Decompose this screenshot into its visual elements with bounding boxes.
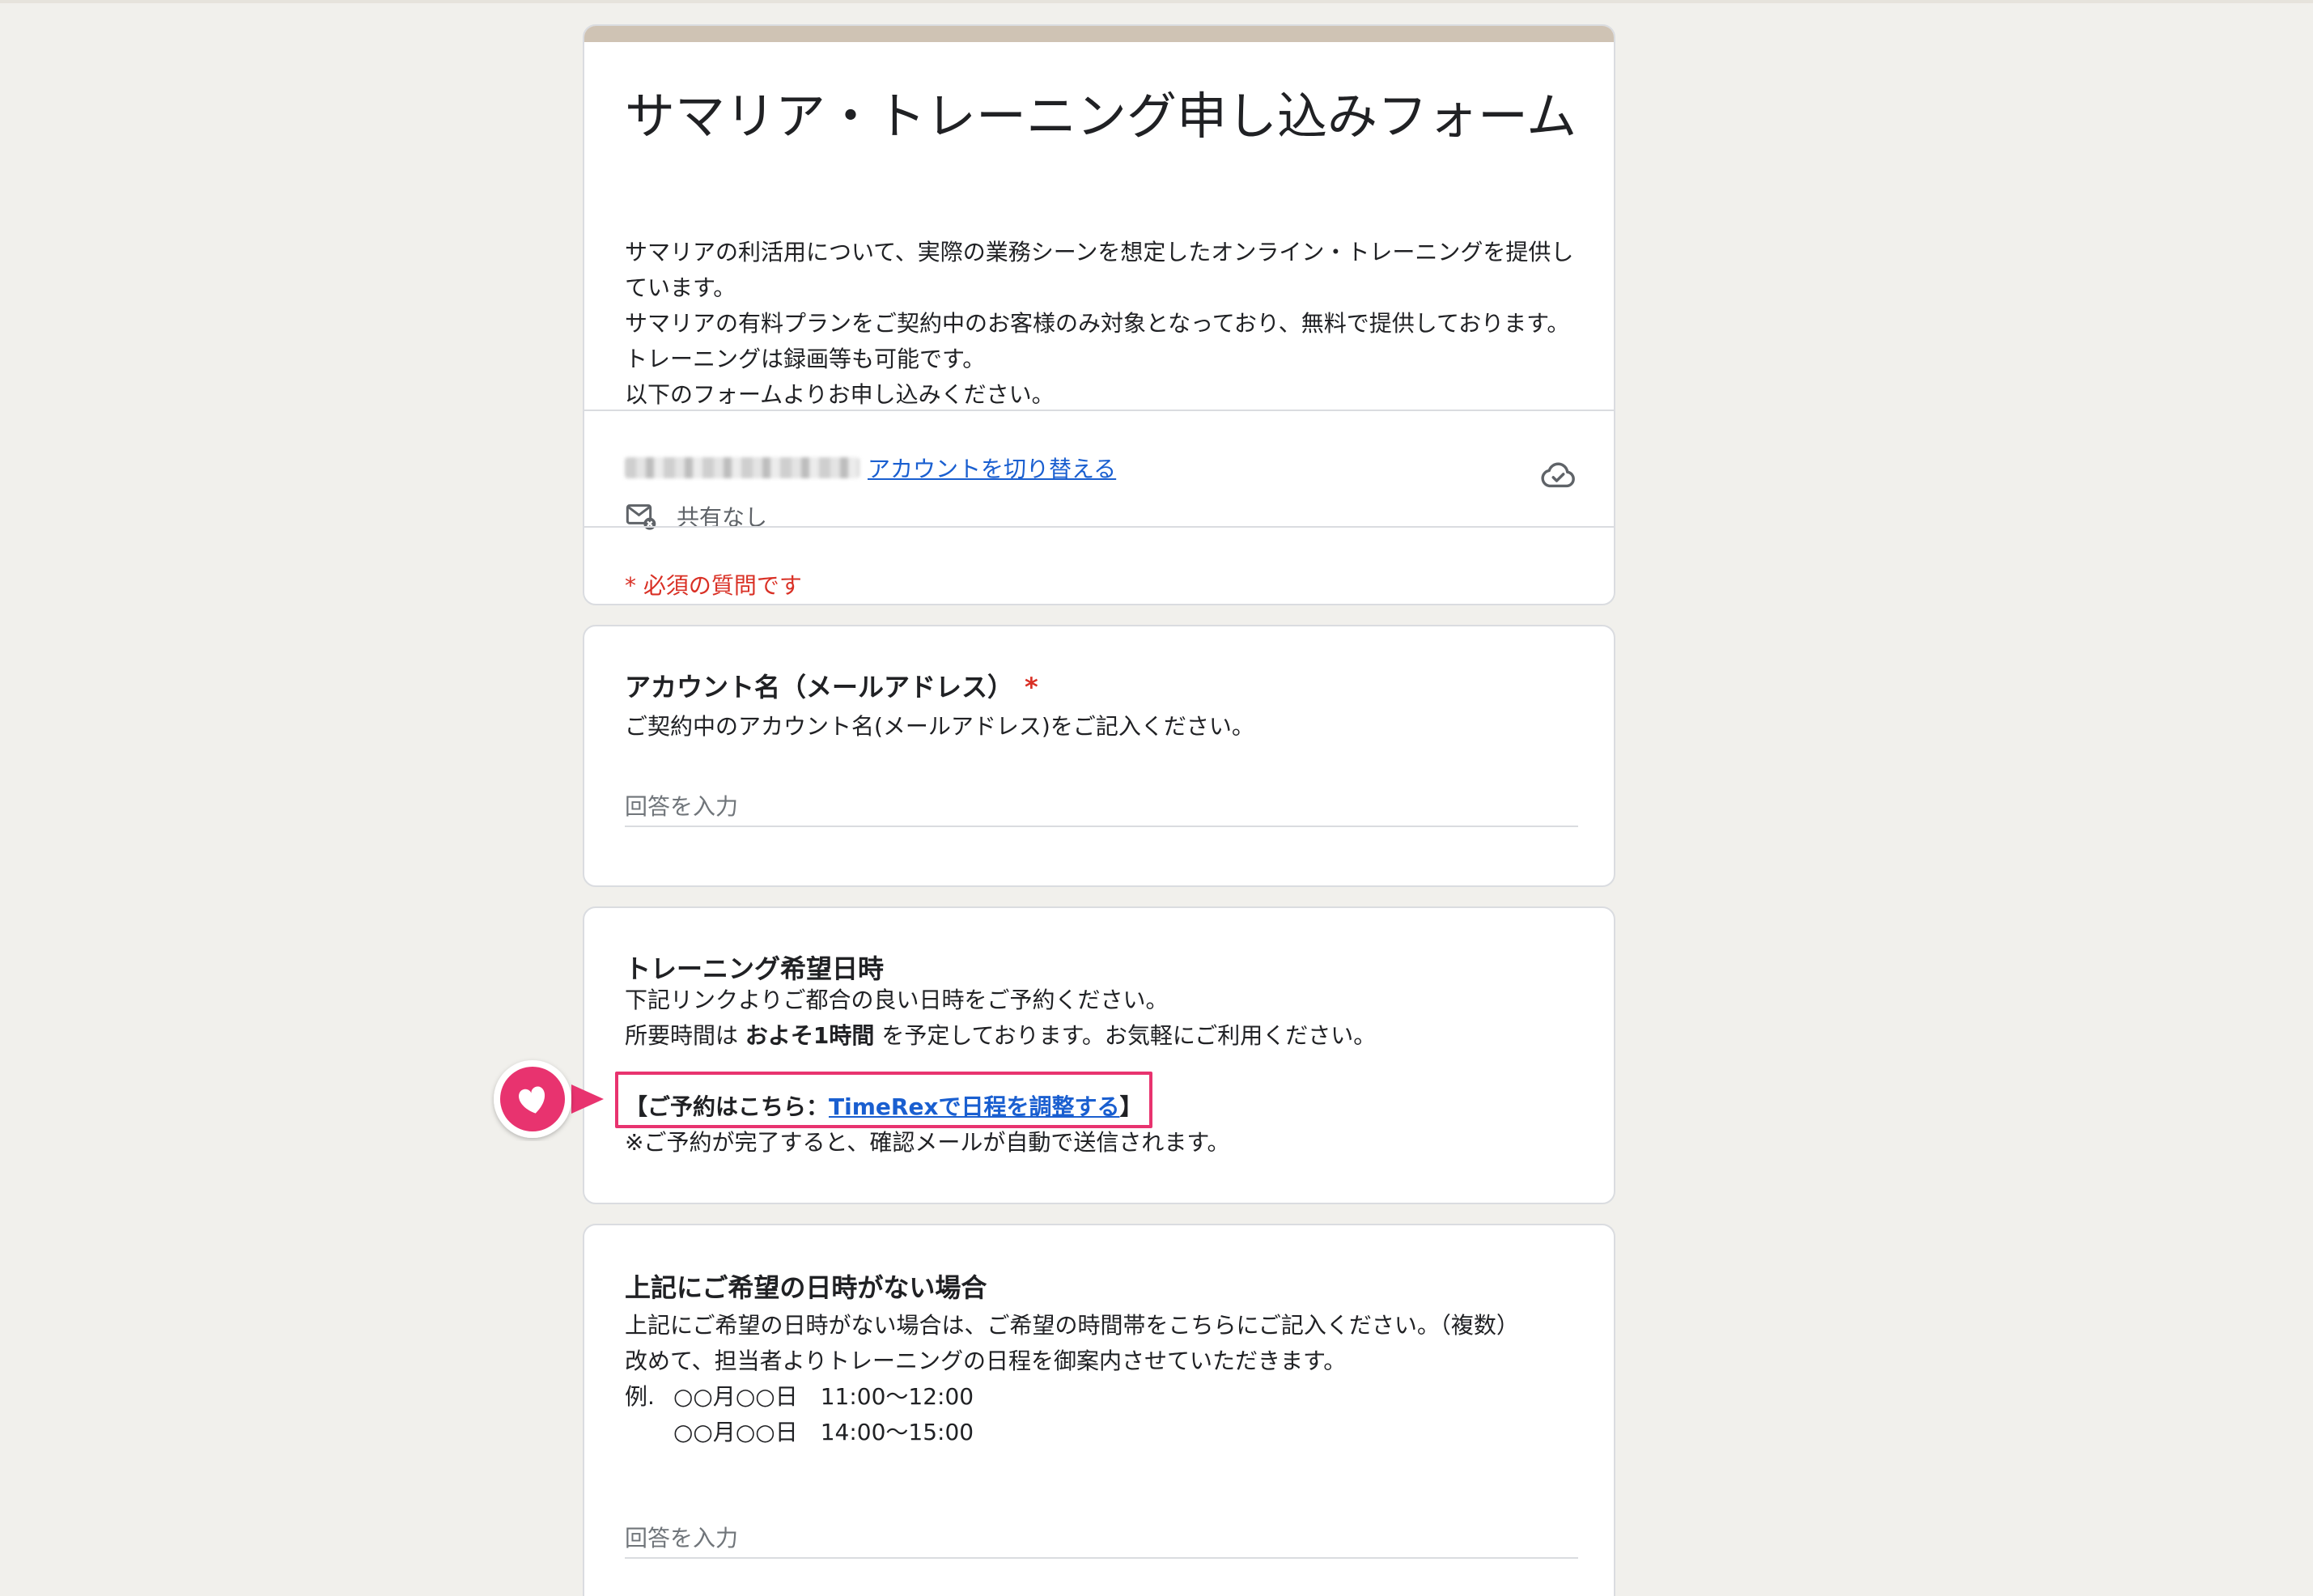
form-header-card: サマリア・トレーニング申し込みフォーム サマリアの利活用について、実際の業務シー… — [583, 24, 1615, 605]
form-description-line: サマリアの利活用について、実際の業務シーンを想定したオンライン・トレーニングを提… — [625, 239, 1574, 301]
duration-prefix: 所要時間は — [625, 1022, 739, 1049]
form-title: サマリア・トレーニング申し込みフォーム — [625, 87, 1577, 146]
alternative-datetime-input[interactable] — [625, 1518, 1578, 1559]
question-description-line: 下記リンクよりご都合の良い日時をご予約ください。 — [625, 987, 1169, 1013]
example-text: ○○月○○日 14:00〜15:00 — [673, 1419, 974, 1445]
header-color-band — [584, 26, 1614, 42]
cloud-check-icon[interactable] — [1539, 456, 1577, 494]
account-answer-input[interactable] — [625, 787, 1578, 827]
question-card-account: アカウント名（メールアドレス） * ご契約中のアカウント名(メールアドレス)をご記… — [583, 625, 1615, 887]
duration-bold: およそ1時間 — [745, 1022, 875, 1049]
question-card-alternative-datetime: 上記にご希望の日時がない場合 上記にご希望の日時がない場合は、ご希望の時間帯をこ… — [583, 1224, 1615, 1596]
required-star: * — [1025, 672, 1038, 702]
question-description-line: 上記にご希望の日時がない場合は、ご希望の時間帯をこちらにご記入ください。（複数） — [625, 1312, 1519, 1339]
account-row: アカウントを切り替える — [625, 450, 1116, 486]
example-label: 例. — [625, 1383, 655, 1410]
example-row: 例. ○○月○○日 11:00〜12:00 — [625, 1379, 1580, 1415]
question-description: ご契約中のアカウント名(メールアドレス)をご記入ください。 — [625, 713, 1254, 740]
account-email-redacted — [625, 457, 859, 478]
example-text: ○○月○○日 11:00〜12:00 — [673, 1383, 974, 1410]
question-title: アカウント名（メールアドレス） * — [625, 667, 1038, 704]
share-status-row: 共有なし — [625, 499, 767, 534]
form-description-line: サマリアの有料プランをご契約中のお客様のみ対象となっており、無料で提供しておりま… — [625, 310, 1570, 372]
top-border — [0, 0, 2313, 3]
duration-suffix: を予定しております。お気軽にご利用ください。 — [881, 1022, 1377, 1049]
question-title: トレーニング希望日時 — [625, 953, 885, 984]
question-title-text: アカウント名（メールアドレス） — [625, 672, 1014, 702]
mail-off-icon — [626, 504, 656, 530]
switch-account-link[interactable]: アカウントを切り替える — [868, 452, 1116, 484]
divider — [584, 526, 1614, 528]
question-description-line: 所要時間は およそ1時間 を予定しております。お気軽にご利用ください。 — [625, 1018, 1580, 1054]
question-description: 上記にご希望の日時がない場合は、ご希望の時間帯をこちらにご記入ください。（複数）… — [625, 1308, 1580, 1450]
question-card-training-datetime: トレーニング希望日時 下記リンクよりご都合の良い日時をご予約ください。 所要時間… — [583, 906, 1615, 1204]
question-description: 下記リンクよりご都合の良い日時をご予約ください。 所要時間は およそ1時間 を予… — [625, 983, 1580, 1054]
example-row: ○○月○○日 14:00〜15:00 — [625, 1415, 1580, 1450]
example-label-spacer — [625, 1415, 673, 1450]
question-title: 上記にご希望の日時がない場合 — [625, 1272, 987, 1303]
form-description: サマリアの利活用について、実際の業務シーンを想定したオンライン・トレーニングを提… — [625, 235, 1588, 413]
required-note: * 必須の質問です — [625, 572, 802, 599]
divider — [584, 410, 1614, 411]
highlight-annotation-box — [615, 1072, 1152, 1128]
heart-badge-icon — [494, 1060, 604, 1138]
question-description-line: 改めて、担当者よりトレーニングの日程を御案内させていただきます。 — [625, 1348, 1347, 1374]
form-description-line: 以下のフォームよりお申し込みください。 — [625, 381, 1055, 408]
booking-note: ※ご予約が完了すると、確認メールが自動で送信されます。 — [625, 1129, 1230, 1156]
share-status-text: 共有なし — [677, 504, 768, 531]
